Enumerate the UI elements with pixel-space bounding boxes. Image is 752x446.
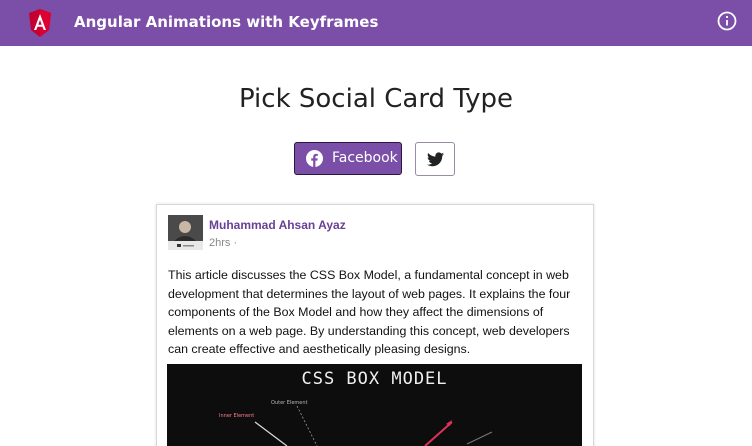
post-author-name[interactable]: Muhammad Ahsan Ayaz (209, 218, 346, 232)
post-text: This article discusses the CSS Box Model… (168, 268, 571, 356)
facebook-button-label: Facebook (332, 150, 398, 166)
box-model-lines (254, 405, 493, 446)
avatar-photo (168, 215, 203, 250)
twitter-icon (427, 152, 444, 167)
avatar[interactable] (168, 215, 203, 250)
info-icon[interactable] (716, 10, 738, 32)
angular-logo-icon (29, 9, 51, 37)
twitter-card-button[interactable] (415, 142, 455, 176)
facebook-post-card: Muhammad Ahsan Ayaz 2hrs · This article … (156, 204, 594, 446)
post-timestamp: 2hrs · (209, 237, 238, 249)
post-image: CSS BOX MODEL Outer Element Inner Elemen… (167, 364, 582, 446)
facebook-card-button[interactable]: Facebook (294, 142, 402, 175)
app-title: Angular Animations with Keyframes (74, 13, 379, 31)
page-title: Pick Social Card Type (238, 84, 514, 114)
app-toolbar: Angular Animations with Keyframes (0, 0, 752, 46)
facebook-icon (306, 150, 323, 167)
